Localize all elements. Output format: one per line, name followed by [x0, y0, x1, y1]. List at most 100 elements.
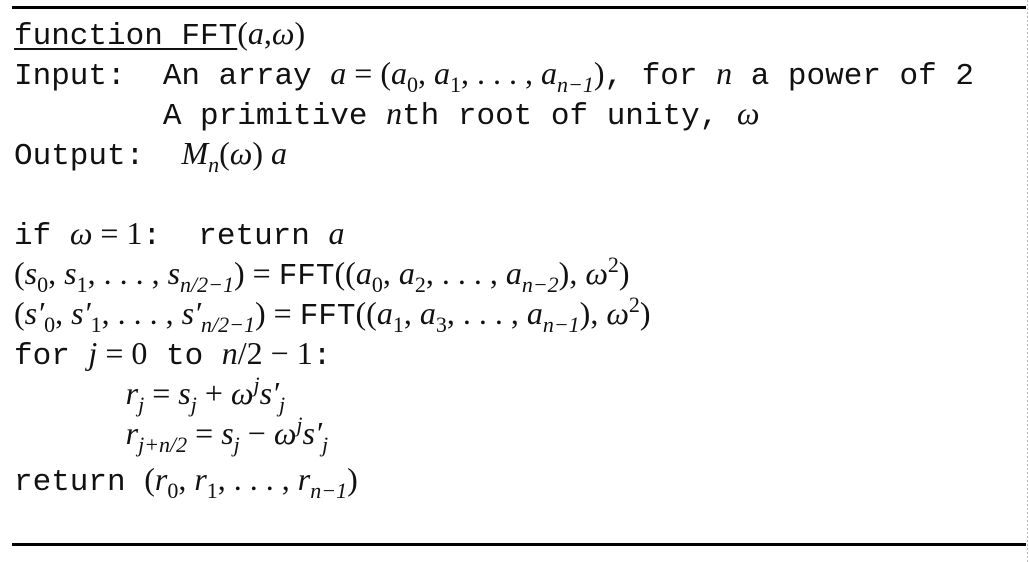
- math-text: 2: [607, 252, 619, 277]
- math-text: ,: [48, 255, 65, 291]
- math-text: j+n/2: [138, 432, 188, 457]
- math-text: r: [297, 461, 311, 497]
- math-text: (: [237, 15, 248, 51]
- math-text: r: [194, 461, 207, 497]
- math-text: −: [239, 415, 274, 451]
- math-text: a: [355, 255, 372, 291]
- math-text: ω: [736, 95, 760, 131]
- math-text: ): [347, 461, 358, 497]
- math-text: s: [178, 375, 191, 411]
- math-text: a: [330, 55, 347, 91]
- math-text: (: [219, 135, 230, 171]
- math-text: ): [593, 55, 605, 91]
- math-text: ((: [355, 295, 377, 331]
- code-text: a power of 2: [732, 59, 974, 94]
- code-text: return: [14, 465, 145, 500]
- math-text: ω: [606, 295, 629, 331]
- code-text: for: [14, 339, 89, 374]
- math-text: n−1: [542, 312, 580, 337]
- math-text: 3: [435, 312, 447, 337]
- math-text: /2 − 1: [237, 335, 313, 371]
- page-edge-divider: [1027, 0, 1028, 562]
- math-text: = 1: [92, 215, 143, 251]
- math-text: n: [208, 152, 220, 177]
- code-line: rj+n/2 = sj − ωjs′j: [14, 413, 974, 456]
- code-line: for j = 0 to n/2 − 1:: [14, 333, 974, 374]
- math-text: s′: [71, 295, 91, 331]
- math-text: a: [271, 135, 287, 171]
- math-text: , . . . ,: [425, 255, 506, 291]
- math-text: ): [618, 255, 630, 291]
- math-text: n−1: [310, 478, 348, 503]
- math-text: a: [433, 55, 450, 91]
- code-text: Output:: [14, 139, 182, 174]
- math-text: , . . . ,: [460, 55, 541, 91]
- math-text: ω: [69, 215, 93, 251]
- code-text: to: [147, 339, 222, 374]
- math-text: ω: [271, 15, 295, 51]
- math-text: M: [181, 135, 209, 171]
- math-text: 1: [206, 478, 218, 503]
- math-text: ),: [558, 255, 586, 291]
- math-text: ,: [382, 255, 399, 291]
- math-text: a: [540, 55, 557, 91]
- math-text: (: [14, 295, 25, 331]
- math-text: 1: [392, 312, 404, 337]
- math-text: n: [716, 55, 733, 91]
- math-text: s: [167, 255, 181, 291]
- top-rule: [12, 6, 1026, 9]
- code-line: Output: Mn(ω) a: [14, 133, 974, 176]
- code-text: Input: An array: [14, 59, 331, 94]
- code-text: : return: [142, 219, 329, 254]
- math-text: s′: [181, 295, 202, 331]
- fft-pseudocode: function FFT(a,ω) Input: An array a = (a0…: [14, 13, 974, 502]
- math-text: ,: [263, 15, 272, 51]
- math-text: ): [252, 135, 271, 171]
- code-text: , for: [604, 59, 717, 94]
- math-text: ((: [334, 255, 356, 291]
- math-text: ,: [178, 461, 195, 497]
- code-text: :: [312, 339, 332, 374]
- code-line: [14, 173, 974, 213]
- math-text: s: [64, 255, 77, 291]
- math-text: ),: [579, 295, 607, 331]
- math-text: = 0: [97, 335, 148, 371]
- math-text: ω: [585, 255, 608, 291]
- math-text: (: [14, 255, 25, 291]
- math-text: ,: [403, 295, 420, 331]
- math-text: ω: [273, 415, 297, 451]
- math-text: , . . . ,: [446, 295, 527, 331]
- math-text: +: [196, 375, 231, 411]
- code-line: if ω = 1: return a: [14, 213, 974, 254]
- math-text: a: [376, 295, 393, 331]
- math-text: ,: [55, 295, 72, 331]
- code-line: function FFT(a,ω): [14, 13, 974, 54]
- math-text: a: [419, 295, 436, 331]
- math-text: 2: [628, 292, 640, 317]
- math-text: , . . . ,: [217, 461, 298, 497]
- code-line: return (r0, r1, . . . , rn−1): [14, 459, 974, 502]
- code-text: A primitive: [14, 99, 387, 134]
- math-text: ): [639, 295, 651, 331]
- code-text: FFT: [299, 299, 356, 334]
- math-text: a: [398, 255, 415, 291]
- code-line: Input: An array a = (a0, a1, . . . , an−…: [14, 53, 974, 96]
- math-text: a: [328, 215, 345, 251]
- code-line: (s0, s1, . . . , sn/2−1) = FFT((a0, a2, …: [14, 252, 974, 296]
- math-text: (: [144, 461, 155, 497]
- code-text: function FFT: [14, 19, 238, 54]
- math-text: r: [125, 415, 139, 451]
- math-text: =: [187, 415, 222, 451]
- math-text: r: [125, 375, 139, 411]
- math-text: r: [154, 461, 168, 497]
- code-line: A primitive nth root of unity, ω: [14, 93, 974, 134]
- math-text: ω: [230, 375, 254, 411]
- math-text: a: [505, 255, 522, 291]
- code-text: th root of unity,: [402, 99, 737, 134]
- math-text: s′: [302, 415, 322, 451]
- math-text: j: [88, 335, 98, 371]
- math-text: , . . . ,: [101, 295, 182, 331]
